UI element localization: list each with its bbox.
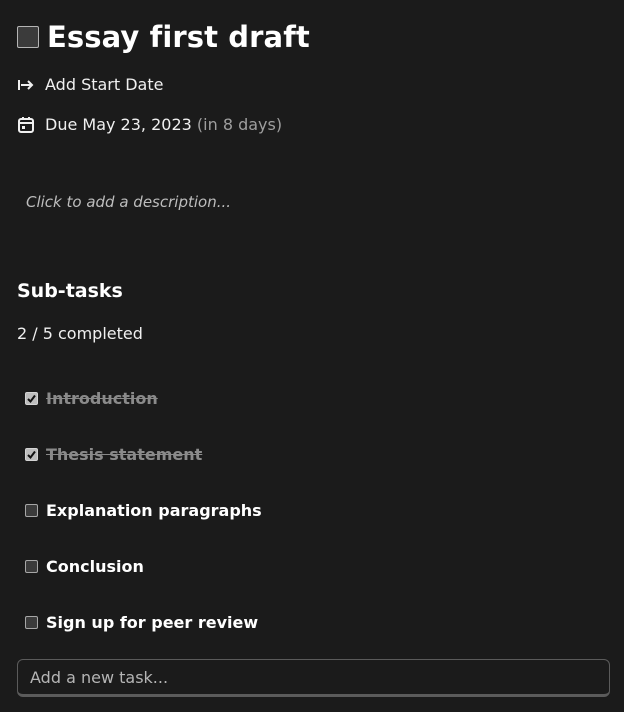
task-title[interactable]: Essay first draft: [47, 20, 310, 54]
due-date-label: Due May 23, 2023: [45, 115, 192, 134]
subtask-item[interactable]: Introduction: [25, 389, 158, 408]
subtask-item[interactable]: Explanation paragraphs: [25, 501, 262, 520]
calendar-icon: [17, 116, 35, 134]
subtasks-progress: 2 / 5 completed: [17, 324, 143, 343]
subtask-item[interactable]: Thesis statement: [25, 445, 202, 464]
task-header: Essay first draft: [17, 20, 310, 54]
subtask-item[interactable]: Conclusion: [25, 557, 144, 576]
subtask-label: Explanation paragraphs: [46, 501, 262, 520]
subtask-label: Sign up for peer review: [46, 613, 259, 632]
subtask-checkbox[interactable]: [25, 392, 38, 405]
arrow-right-to-bar-icon: [17, 76, 35, 94]
subtask-label: Introduction: [46, 389, 158, 408]
subtask-item[interactable]: Sign up for peer review: [25, 613, 258, 632]
subtasks-heading: Sub-tasks: [17, 280, 123, 302]
subtask-label: Conclusion: [46, 557, 144, 576]
subtask-checkbox[interactable]: [25, 560, 38, 573]
description-placeholder[interactable]: Click to add a description...: [26, 193, 231, 211]
add-task-input[interactable]: [17, 659, 610, 697]
add-start-date-label: Add Start Date: [45, 75, 164, 94]
subtask-checkbox[interactable]: [25, 504, 38, 517]
task-detail-panel: Essay first draft Add Start Date Due May…: [0, 0, 624, 712]
add-start-date-row[interactable]: Add Start Date: [17, 75, 163, 94]
due-date-row[interactable]: Due May 23, 2023 (in 8 days): [17, 115, 282, 134]
subtask-label: Thesis statement: [46, 445, 203, 464]
task-complete-checkbox[interactable]: [17, 26, 39, 48]
subtask-checkbox[interactable]: [25, 448, 38, 461]
due-date-relative: (in 8 days): [196, 115, 283, 134]
subtask-checkbox[interactable]: [25, 616, 38, 629]
